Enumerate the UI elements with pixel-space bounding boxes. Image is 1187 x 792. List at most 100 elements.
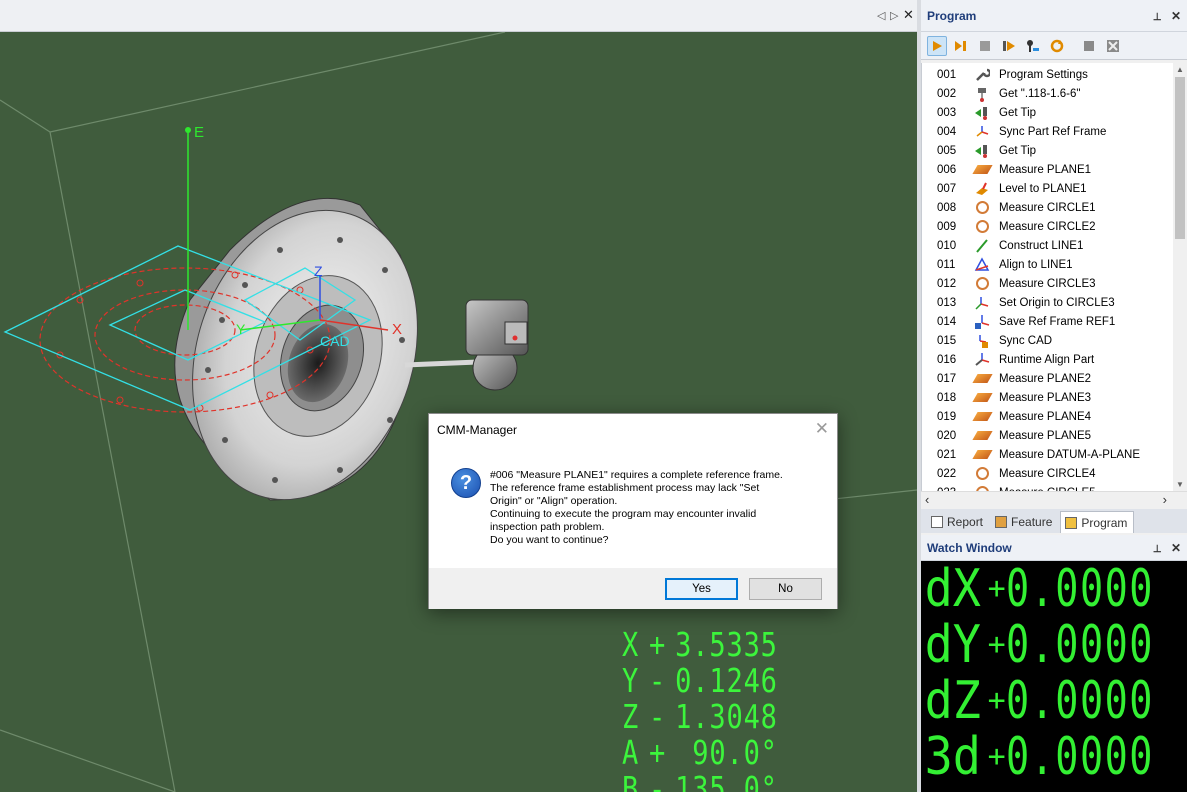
feature-icon [995, 516, 1008, 528]
program-step-row[interactable]: 003 Get Tip [922, 103, 1173, 122]
stop-icon[interactable] [975, 36, 995, 56]
program-list-vscroll[interactable]: ▲ ▼ [1173, 63, 1187, 491]
watch-sign: + [987, 627, 1006, 662]
run-from-icon[interactable] [999, 36, 1019, 56]
probe-icon [970, 86, 994, 102]
pin-icon[interactable]: ⊥ [1153, 544, 1162, 555]
program-step-row[interactable]: 023Measure CIRCLE5 [922, 483, 1173, 491]
axis-label-y: Y [236, 321, 246, 337]
no-button[interactable]: No [749, 578, 822, 600]
viewport-3d[interactable]: ◁ ▷ ✕ E Z X Y CAD X + 3.5335 Y - 0.1246 … [0, 0, 917, 792]
step-number: 006 [937, 163, 957, 176]
scroll-left-icon[interactable]: ‹ [925, 492, 929, 507]
step-label: Measure PLANE4 [999, 410, 1092, 423]
stop-all-icon[interactable] [1079, 36, 1099, 56]
align-icon [970, 256, 994, 273]
program-icon [1065, 516, 1078, 529]
program-step-row[interactable]: 018 Measure PLANE3 [922, 388, 1173, 407]
step-label: Program Settings [999, 68, 1088, 81]
scroll-up-icon[interactable]: ▲ [1173, 65, 1187, 74]
program-step-row[interactable]: 011 Align to LINE1 [922, 255, 1173, 274]
watch-label: dZ [924, 671, 981, 731]
close-icon[interactable]: ✕ [1171, 9, 1181, 23]
step-number: 016 [937, 353, 957, 366]
step-label: Save Ref Frame REF1 [999, 315, 1116, 328]
program-step-row[interactable]: 001 Program Settings [922, 65, 1173, 84]
program-step-row[interactable]: 008 Measure CIRCLE1 [922, 198, 1173, 217]
program-list-hscroll[interactable]: ‹ › [921, 491, 1187, 508]
tab-prev-icon[interactable]: ◁ [877, 9, 885, 22]
step-number: 015 [937, 334, 957, 347]
refresh-icon[interactable] [1047, 36, 1067, 56]
program-step-row[interactable]: 007 Level to PLANE1 [922, 179, 1173, 198]
circle-icon [970, 277, 994, 290]
step-label: Construct LINE1 [999, 239, 1084, 252]
program-step-row[interactable]: 022 Measure CIRCLE4 [922, 464, 1173, 483]
step-number: 004 [937, 125, 957, 138]
cad-part[interactable] [157, 181, 454, 529]
tab-next-icon[interactable]: ▷ [890, 9, 898, 22]
sync-frame-icon [970, 124, 994, 140]
message-line: Continuing to execute the program may en… [490, 508, 757, 520]
dialog-title: CMM-Manager [437, 423, 518, 437]
program-step-row[interactable]: 010 Construct LINE1 [922, 236, 1173, 255]
tab-feature[interactable]: Feature [991, 511, 1058, 533]
program-step-row[interactable]: 005 Get Tip [922, 141, 1173, 160]
breakpoint-icon[interactable] [1023, 36, 1043, 56]
line-icon [970, 238, 994, 254]
program-step-row[interactable]: 009 Measure CIRCLE2 [922, 217, 1173, 236]
program-step-row[interactable]: 002 Get ".118-1.6-6" [922, 84, 1173, 103]
program-step-row[interactable]: 016 Runtime Align Part [922, 350, 1173, 369]
yes-button[interactable]: Yes [665, 578, 738, 600]
watch-label: 3d [924, 727, 981, 787]
tip-icon [970, 143, 994, 159]
close-icon[interactable]: ✕ [1171, 541, 1181, 555]
position-readout: X + 3.5335 Y - 0.1246 Z - 1.3048 A + 90.… [622, 624, 812, 792]
program-step-list[interactable]: 001 Program Settings 002 Get ".118-1.6-6" 00… [921, 63, 1173, 491]
step-number: 011 [937, 258, 956, 271]
pin-icon[interactable]: ⊥ [1153, 12, 1162, 23]
watch-window-title: Watch Window [927, 540, 1012, 555]
readout-line-y: Y - 0.1246 [622, 661, 778, 700]
step-icon[interactable] [951, 36, 971, 56]
circle-icon [970, 467, 994, 480]
step-label: Set Origin to CIRCLE3 [999, 296, 1115, 309]
program-step-row[interactable]: 004 Sync Part Ref Frame [922, 122, 1173, 141]
readout-value: 3.5335 [675, 624, 778, 664]
watch-label: dX [924, 559, 981, 619]
step-number: 010 [937, 239, 957, 252]
program-step-row[interactable]: 021 Measure DATUM-A-PLANE [922, 445, 1173, 464]
step-label: Sync Part Ref Frame [999, 125, 1107, 138]
program-step-row[interactable]: 019 Measure PLANE4 [922, 407, 1173, 426]
viewport-close-icon[interactable]: ✕ [903, 7, 914, 23]
program-step-row[interactable]: 015 Sync CAD [922, 331, 1173, 350]
scroll-down-icon[interactable]: ▼ [1173, 480, 1187, 489]
plane-icon [970, 374, 994, 383]
readout-axis: B [622, 768, 640, 792]
plane-icon [970, 431, 994, 440]
step-label: Level to PLANE1 [999, 182, 1087, 195]
program-step-row[interactable]: 012 Measure CIRCLE3 [922, 274, 1173, 293]
run-icon[interactable] [927, 35, 947, 56]
program-step-row[interactable]: 006 Measure PLANE1 [922, 160, 1173, 179]
message-line: Do you want to continue? [490, 534, 609, 546]
program-step-row[interactable]: 014 Save Ref Frame REF1 [922, 312, 1173, 331]
tab-program[interactable]: Program [1060, 511, 1135, 533]
save-frame-icon [970, 314, 994, 330]
program-step-row[interactable]: 020 Measure PLANE5 [922, 426, 1173, 445]
step-number: 001 [937, 68, 957, 81]
dialog-close-icon[interactable]: ✕ [815, 419, 829, 439]
scroll-right-icon[interactable]: › [1163, 492, 1167, 507]
step-number: 022 [937, 467, 957, 480]
tab-report[interactable]: Report [927, 511, 989, 533]
message-line: #006 "Measure PLANE1" requires a complet… [490, 469, 783, 481]
step-number: 005 [937, 144, 957, 157]
clear-icon[interactable] [1103, 36, 1123, 56]
watch-line-3d: 3d + 0.0000 [921, 729, 1187, 785]
plane-icon [970, 412, 994, 421]
step-number: 014 [937, 315, 957, 328]
program-step-row[interactable]: 013 Set Origin to CIRCLE3 [922, 293, 1173, 312]
program-step-row[interactable]: 017 Measure PLANE2 [922, 369, 1173, 388]
scroll-thumb[interactable] [1175, 77, 1185, 239]
watch-sign: + [987, 683, 1006, 718]
